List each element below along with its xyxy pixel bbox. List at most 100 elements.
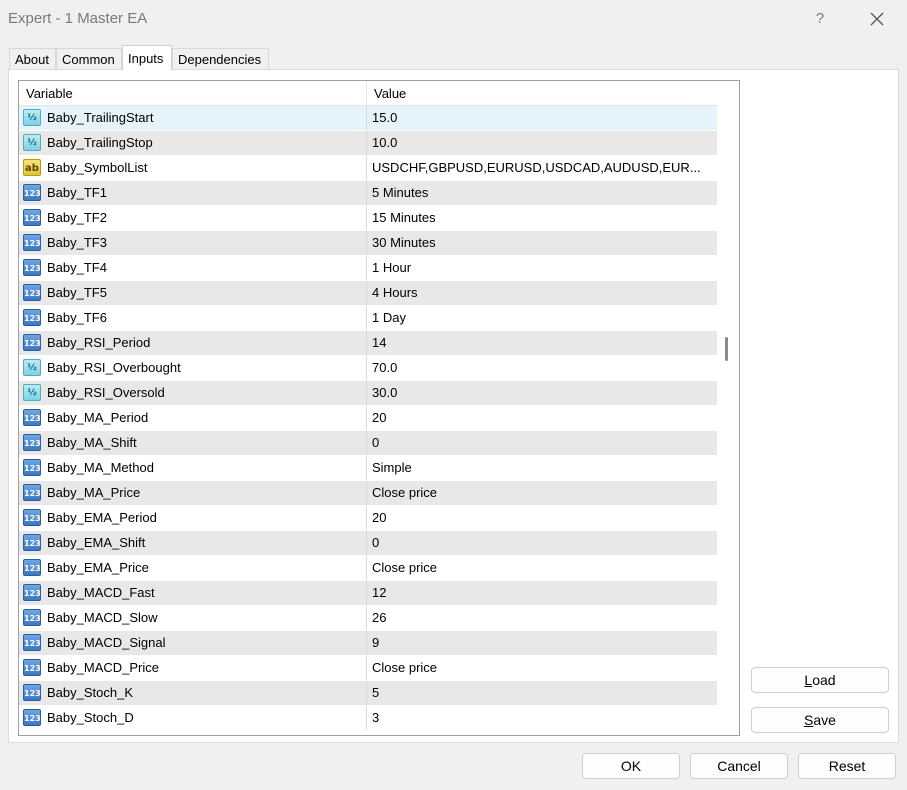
int-icon: 123 [23,684,41,701]
help-button[interactable]: ? [806,6,834,32]
value-cell[interactable]: Close price [367,656,717,680]
variable-cell[interactable]: ½ Baby_RSI_Oversold [19,381,367,405]
column-header-variable[interactable]: Variable [19,81,367,106]
value-cell[interactable]: 3 [367,706,717,730]
table-row[interactable]: 123 Baby_TF4 1 Hour [19,256,717,281]
window-title: Expert - 1 Master EA [8,10,148,27]
value-cell[interactable]: 1 Day [367,306,717,330]
value-cell[interactable]: 26 [367,606,717,630]
table-row[interactable]: 123 Baby_TF1 5 Minutes [19,181,717,206]
reset-button[interactable]: Reset [798,753,896,779]
table-row[interactable]: 123 Baby_TF3 30 Minutes [19,231,717,256]
value-cell[interactable]: 30 Minutes [367,231,717,255]
value-cell[interactable]: 10.0 [367,131,717,155]
value-cell[interactable]: 15 Minutes [367,206,717,230]
value-cell[interactable]: 5 [367,681,717,705]
save-button[interactable]: Save [751,707,889,733]
table-row[interactable]: 123 Baby_TF6 1 Day [19,306,717,331]
table-row[interactable]: 123 Baby_MA_Method Simple [19,456,717,481]
variable-cell[interactable]: 123 Baby_TF2 [19,206,367,230]
column-header-value[interactable]: Value [367,81,724,106]
table-row[interactable]: 123 Baby_MACD_Slow 26 [19,606,717,631]
variable-cell[interactable]: 123 Baby_TF1 [19,181,367,205]
scrollbar-thumb[interactable] [725,337,728,361]
value-cell[interactable]: 70.0 [367,356,717,380]
table-row[interactable]: 123 Baby_EMA_Price Close price [19,556,717,581]
table-row[interactable]: 123 Baby_MA_Shift 0 [19,431,717,456]
variable-name: Baby_MACD_Signal [47,635,166,650]
variable-cell[interactable]: 123 Baby_TF6 [19,306,367,330]
ok-button[interactable]: OK [582,753,680,779]
table-row[interactable]: ½ Baby_TrailingStop 10.0 [19,131,717,156]
value-cell[interactable]: 30.0 [367,381,717,405]
table-row[interactable]: ½ Baby_RSI_Overbought 70.0 [19,356,717,381]
variable-cell[interactable]: 123 Baby_MACD_Price [19,656,367,680]
variable-name: Baby_Stoch_K [47,685,134,700]
value-cell[interactable]: 9 [367,631,717,655]
table-row[interactable]: 123 Baby_MACD_Signal 9 [19,631,717,656]
tab-about[interactable]: About [9,48,56,69]
table-row[interactable]: 123 Baby_EMA_Period 20 [19,506,717,531]
table-row[interactable]: 123 Baby_Stoch_D 3 [19,706,717,731]
value-cell[interactable]: 14 [367,331,717,355]
variable-cell[interactable]: 123 Baby_EMA_Price [19,556,367,580]
table-row[interactable]: 123 Baby_EMA_Shift 0 [19,531,717,556]
value-cell[interactable]: 15.0 [367,106,717,130]
table-row[interactable]: 123 Baby_MA_Price Close price [19,481,717,506]
variable-cell[interactable]: ½ Baby_TrailingStart [19,106,367,130]
int-icon: 123 [23,459,41,476]
variable-cell[interactable]: 123 Baby_MACD_Fast [19,581,367,605]
table-row[interactable]: 123 Baby_Stoch_K 5 [19,681,717,706]
value-cell[interactable]: 0 [367,531,717,555]
int-icon: 123 [23,509,41,526]
variable-cell[interactable]: 123 Baby_EMA_Shift [19,531,367,555]
table-row[interactable]: ½ Baby_RSI_Oversold 30.0 [19,381,717,406]
variable-cell[interactable]: ab Baby_SymbolList [19,156,367,180]
value-cell[interactable]: 12 [367,581,717,605]
tab-inputs[interactable]: Inputs [122,45,172,70]
table-row[interactable]: 123 Baby_TF5 4 Hours [19,281,717,306]
value-cell[interactable]: Close price [367,556,717,580]
value-cell[interactable]: 20 [367,506,717,530]
tab-dependencies[interactable]: Dependencies [172,48,269,69]
value-cell[interactable]: 20 [367,406,717,430]
variable-cell[interactable]: 123 Baby_TF3 [19,231,367,255]
table-row[interactable]: 123 Baby_MACD_Fast 12 [19,581,717,606]
variable-cell[interactable]: 123 Baby_TF4 [19,256,367,280]
variable-cell[interactable]: 123 Baby_Stoch_D [19,706,367,730]
variable-cell[interactable]: 123 Baby_MA_Price [19,481,367,505]
variable-cell[interactable]: 123 Baby_MACD_Slow [19,606,367,630]
cancel-button[interactable]: Cancel [690,753,788,779]
table-row[interactable]: 123 Baby_MA_Period 20 [19,406,717,431]
value-cell[interactable]: 0 [367,431,717,455]
variable-cell[interactable]: 123 Baby_Stoch_K [19,681,367,705]
table-row[interactable]: ab Baby_SymbolList USDCHF,GBPUSD,EURUSD,US… [19,156,717,181]
variable-cell[interactable]: 123 Baby_MA_Shift [19,431,367,455]
variable-cell[interactable]: 123 Baby_MA_Method [19,456,367,480]
vertical-scrollbar[interactable] [717,81,739,735]
variable-cell[interactable]: ½ Baby_TrailingStop [19,131,367,155]
variable-cell[interactable]: 123 Baby_MACD_Signal [19,631,367,655]
double-icon: ½ [23,134,41,151]
table-row[interactable]: 123 Baby_RSI_Period 14 [19,331,717,356]
variable-cell[interactable]: 123 Baby_RSI_Period [19,331,367,355]
value-cell[interactable]: Close price [367,481,717,505]
table-row[interactable]: ½ Baby_TrailingStart 15.0 [19,106,717,131]
value-cell[interactable]: 4 Hours [367,281,717,305]
table-row[interactable]: 123 Baby_TF2 15 Minutes [19,206,717,231]
value-cell[interactable]: USDCHF,GBPUSD,EURUSD,USDCAD,AUDUSD,EUR..… [367,156,717,180]
int-icon: 123 [23,184,41,201]
int-icon: 123 [23,284,41,301]
int-icon: 123 [23,409,41,426]
variable-cell[interactable]: ½ Baby_RSI_Overbought [19,356,367,380]
variable-cell[interactable]: 123 Baby_TF5 [19,281,367,305]
load-button[interactable]: Load [751,667,889,693]
variable-cell[interactable]: 123 Baby_EMA_Period [19,506,367,530]
variable-cell[interactable]: 123 Baby_MA_Period [19,406,367,430]
value-cell[interactable]: Simple [367,456,717,480]
tab-common[interactable]: Common [56,48,122,69]
value-cell[interactable]: 5 Minutes [367,181,717,205]
table-row[interactable]: 123 Baby_MACD_Price Close price [19,656,717,681]
value-cell[interactable]: 1 Hour [367,256,717,280]
close-button[interactable] [862,6,892,32]
